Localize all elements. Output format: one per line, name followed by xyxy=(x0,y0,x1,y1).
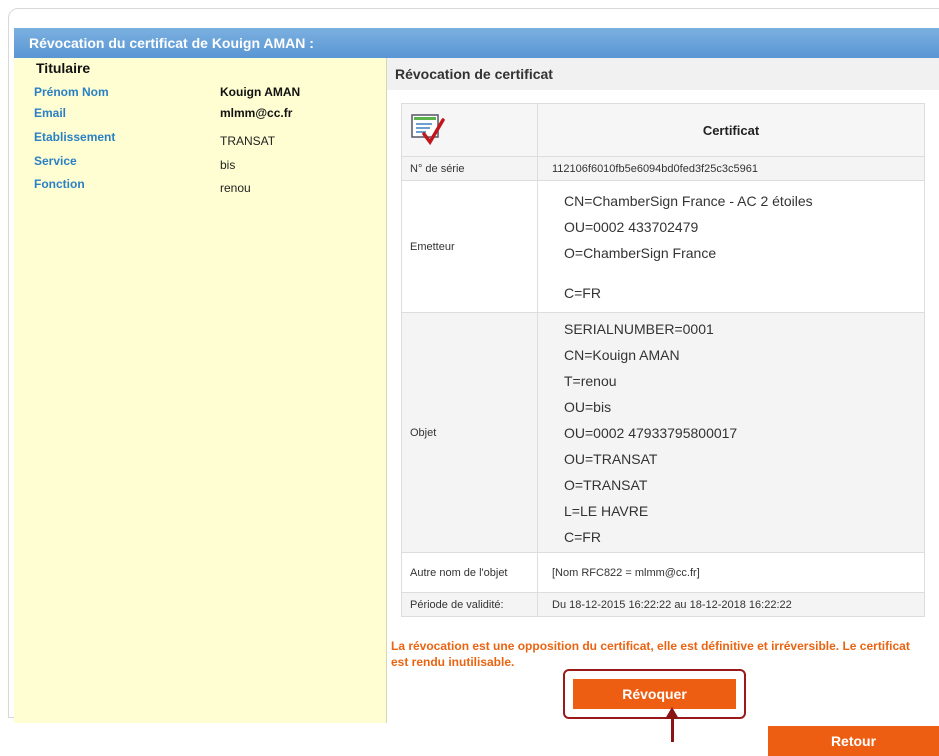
autre-nom-label: Autre nom de l'objet xyxy=(401,552,538,593)
emetteur-line: C=FR xyxy=(564,284,601,301)
certificate-header: Certificat xyxy=(537,103,925,157)
emetteur-line xyxy=(564,266,923,280)
objet-line: CN=Kouign AMAN xyxy=(564,346,680,363)
objet-value: SERIALNUMBER=0001 CN=Kouign AMAN T=renou… xyxy=(537,312,925,553)
objet-line: OU=TRANSAT xyxy=(564,450,658,467)
objet-line: OU=bis xyxy=(564,398,612,415)
label-email: Email xyxy=(34,106,67,120)
periode-label: Période de validité: xyxy=(401,592,538,617)
revoquer-button[interactable]: Révoquer xyxy=(573,679,736,709)
titulaire-panel: Titulaire Prénom Nom Kouign AMAN Email m… xyxy=(14,58,387,723)
revocation-heading: Révocation de certificat xyxy=(387,58,939,90)
label-etablissement: Etablissement xyxy=(34,130,116,144)
periode-value: Du 18-12-2015 16:22:22 au 18-12-2018 16:… xyxy=(537,592,925,617)
objet-label: Objet xyxy=(401,312,538,553)
certificate-icon-cell xyxy=(401,103,538,157)
value-email: mlmm@cc.fr xyxy=(220,106,293,120)
value-prenom-nom: Kouign AMAN xyxy=(220,85,301,99)
value-etablissement: TRANSAT xyxy=(220,134,276,148)
objet-line: OU=0002 47933795800017 xyxy=(564,424,738,441)
autre-nom-value: [Nom RFC822 = mlmm@cc.fr] xyxy=(537,552,925,593)
objet-line: L=LE HAVRE xyxy=(564,502,649,519)
serial-value: 112106f6010fb5e6094bd0fed3f25c3c5961 xyxy=(537,156,925,181)
objet-line: T=renou xyxy=(564,372,617,389)
objet-line: C=FR xyxy=(564,528,601,545)
certificate-table: Certificat N° de série 112106f6010fb5e60… xyxy=(401,103,925,617)
page-title: Révocation du certificat de Kouign AMAN … xyxy=(14,28,939,58)
arrow-shaft xyxy=(671,718,674,742)
label-prenom-nom: Prénom Nom xyxy=(34,85,109,99)
label-fonction: Fonction xyxy=(34,177,85,191)
revocation-warning: La révocation est une opposition du cert… xyxy=(391,639,910,669)
objet-line: SERIALNUMBER=0001 xyxy=(564,320,714,337)
emetteur-line: OU=0002 433702479 xyxy=(564,218,699,235)
emetteur-line: CN=ChamberSign France - AC 2 étoiles xyxy=(564,192,813,209)
emetteur-label: Emetteur xyxy=(401,180,538,313)
label-service: Service xyxy=(34,154,77,168)
objet-line: O=TRANSAT xyxy=(564,476,648,493)
retour-button[interactable]: Retour xyxy=(768,726,939,756)
emetteur-line: O=ChamberSign France xyxy=(564,244,717,261)
value-service: bis xyxy=(220,158,236,172)
value-fonction: renou xyxy=(220,181,251,195)
certificate-icon xyxy=(411,113,445,145)
titulaire-heading: Titulaire xyxy=(36,60,91,76)
revocation-panel: Révocation de certificat Certificat N° d… xyxy=(387,58,939,723)
emetteur-value: CN=ChamberSign France - AC 2 étoiles OU=… xyxy=(537,180,925,313)
serial-label: N° de série xyxy=(401,156,538,181)
